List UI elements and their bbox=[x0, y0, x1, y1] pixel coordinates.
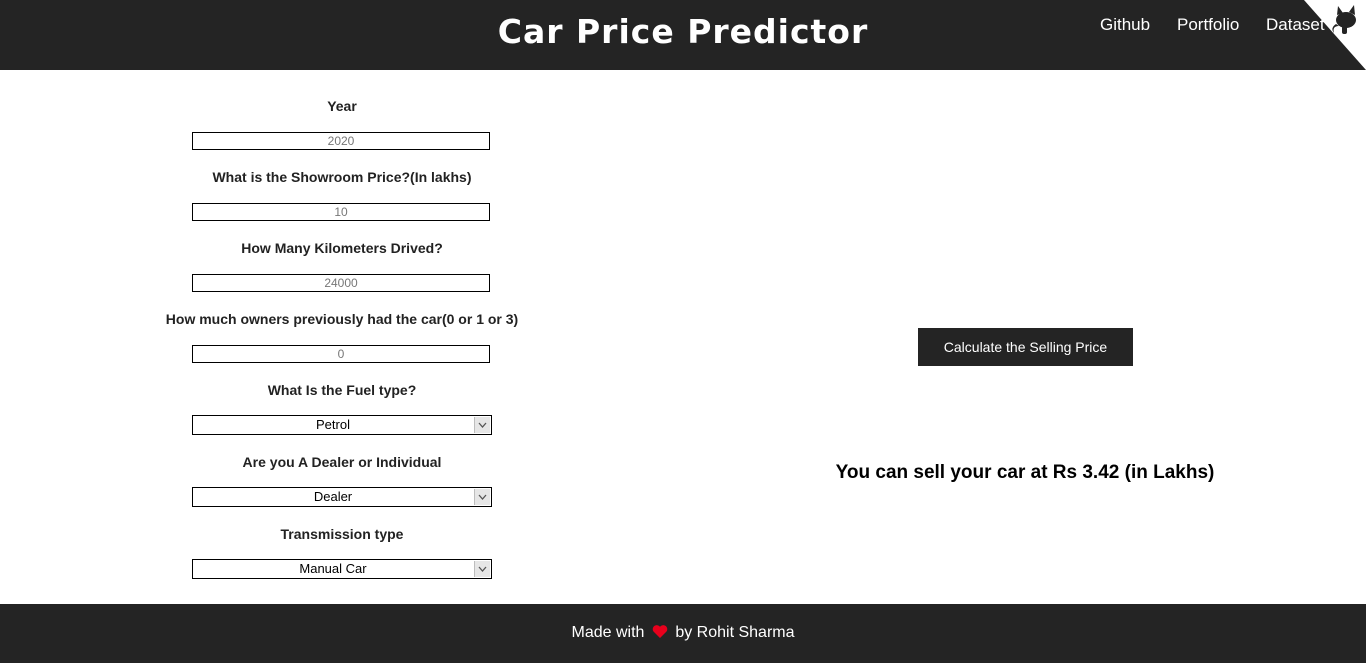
seller-type-select[interactable]: Dealer bbox=[192, 487, 492, 507]
owners-input[interactable]: 0 bbox=[192, 345, 490, 363]
chevron-down-icon[interactable] bbox=[474, 561, 490, 577]
chevron-down-icon[interactable] bbox=[474, 417, 490, 433]
kms-driven-label: How Many Kilometers Drived? bbox=[241, 240, 443, 256]
year-label: Year bbox=[327, 98, 357, 114]
owners-label: How much owners previously had the car(0… bbox=[165, 311, 519, 327]
year-input[interactable]: 2020 bbox=[192, 132, 490, 150]
chevron-down-icon[interactable] bbox=[474, 489, 490, 505]
nav-link-portfolio[interactable]: Portfolio bbox=[1177, 15, 1239, 35]
transmission-select[interactable]: Manual Car bbox=[192, 559, 492, 579]
github-corner-link[interactable] bbox=[1304, 0, 1366, 70]
footer: Made with by Rohit Sharma bbox=[0, 604, 1366, 663]
transmission-selected: Manual Car bbox=[299, 561, 367, 576]
footer-credit: Made with by Rohit Sharma bbox=[0, 624, 1366, 644]
prediction-result: You can sell your car at Rs 3.42 (in Lak… bbox=[835, 462, 1215, 483]
footer-author: by Rohit Sharma bbox=[675, 624, 795, 641]
showroom-price-label: What is the Showroom Price?(In lakhs) bbox=[212, 169, 472, 185]
nav-link-github[interactable]: Github bbox=[1100, 15, 1150, 35]
fuel-type-label: What Is the Fuel type? bbox=[267, 382, 417, 398]
heart-icon bbox=[652, 624, 668, 644]
site-title: Car Price Predictor bbox=[497, 12, 869, 51]
transmission-label: Transmission type bbox=[280, 526, 404, 542]
calculate-price-button[interactable]: Calculate the Selling Price bbox=[918, 328, 1133, 366]
showroom-price-input[interactable]: 10 bbox=[192, 203, 490, 221]
header: Car Price Predictor Github Portfolio Dat… bbox=[0, 0, 1366, 70]
fuel-type-select[interactable]: Petrol bbox=[192, 415, 492, 435]
seller-type-label: Are you A Dealer or Individual bbox=[242, 454, 442, 470]
seller-type-selected: Dealer bbox=[313, 489, 353, 504]
kms-driven-input[interactable]: 24000 bbox=[192, 274, 490, 292]
github-corner-octocat-icon bbox=[1304, 0, 1366, 70]
footer-made-with: Made with bbox=[571, 624, 645, 641]
fuel-type-selected: Petrol bbox=[316, 417, 350, 432]
